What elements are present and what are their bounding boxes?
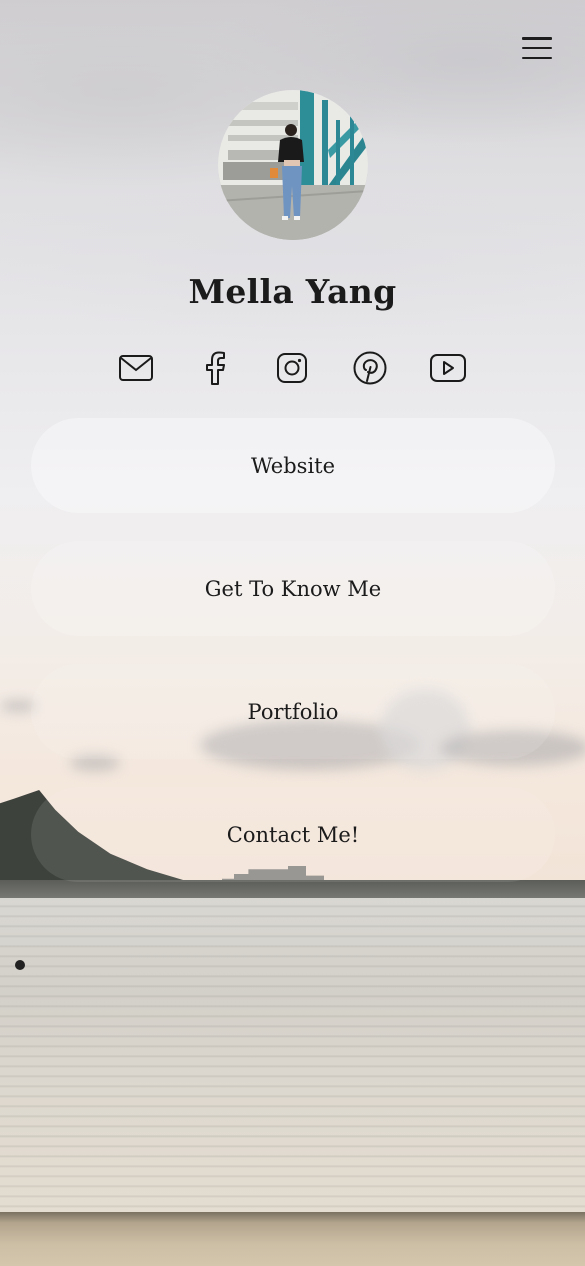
menu-line (522, 56, 552, 59)
pinterest-icon[interactable] (348, 346, 392, 390)
shoreline (0, 880, 585, 898)
contact-me-link-button[interactable]: Contact Me! (31, 787, 555, 882)
facebook-icon[interactable] (193, 346, 237, 390)
profile-name: Mella Yang (188, 272, 397, 311)
menu-line (522, 37, 552, 40)
get-to-know-me-link-button[interactable]: Get To Know Me (31, 541, 555, 636)
hamburger-menu-icon[interactable] (520, 34, 554, 62)
facebook-icon-svg (206, 351, 225, 385)
youtube-icon-svg (430, 354, 466, 382)
instagram-icon[interactable] (270, 346, 314, 390)
pinterest-icon-svg (353, 351, 387, 385)
menu-line (522, 46, 552, 50)
avatar (218, 90, 368, 240)
instagram-icon-svg (277, 353, 307, 383)
email-icon[interactable] (114, 346, 158, 390)
email-icon-svg (119, 355, 153, 381)
website-link-button[interactable]: Website (31, 418, 555, 513)
sea (0, 898, 585, 1218)
sand (0, 1212, 585, 1266)
buoy (15, 960, 25, 970)
portfolio-link-button[interactable]: Portfolio (31, 664, 555, 759)
social-links (0, 346, 585, 390)
youtube-icon[interactable] (426, 346, 470, 390)
profile-photo (218, 90, 368, 240)
